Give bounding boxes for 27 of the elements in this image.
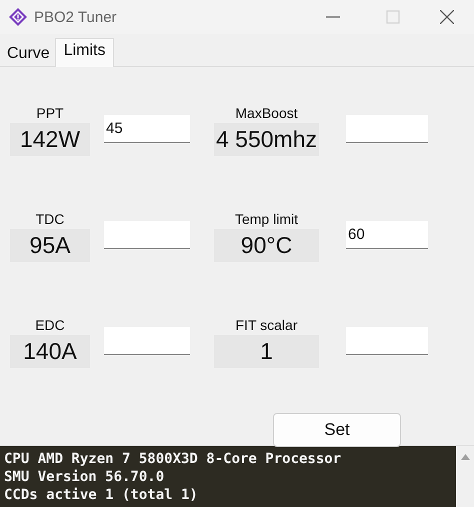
limit-label: MaxBoost xyxy=(235,105,298,123)
limit-input-field[interactable] xyxy=(104,221,190,249)
limit-input-field[interactable] xyxy=(346,115,428,143)
limit-input-field[interactable] xyxy=(104,327,190,355)
limit-label: EDC xyxy=(35,317,65,335)
set-button[interactable]: Set xyxy=(273,413,401,447)
limit-input-field[interactable]: 60 xyxy=(346,221,428,249)
app-logo-icon xyxy=(8,7,28,27)
console-line: SMU Version 56.70.0 xyxy=(4,468,166,486)
limit-input-field[interactable]: 45 xyxy=(104,115,190,143)
console-line: CPU AMD Ryzen 7 5800X3D 8-Core Processor xyxy=(4,450,342,468)
limit-reading: 140A xyxy=(10,335,90,368)
limit-label: FIT scalar xyxy=(236,317,298,335)
limit-reading: 1 xyxy=(214,335,319,368)
console-line: CCDs active 1 (total 1) xyxy=(4,486,199,504)
limit-reading: 95A xyxy=(10,229,90,262)
limit-label: Temp limit xyxy=(234,211,298,229)
limit-reading: 142W xyxy=(10,123,90,156)
limit-label: PPT xyxy=(36,105,64,123)
tab[interactable]: Limits xyxy=(54,38,114,67)
limit-reading: 90°C xyxy=(214,229,319,262)
scroll-up-icon[interactable] xyxy=(460,454,470,460)
limit-reading: 4 550mhz xyxy=(214,123,319,156)
limit-label: TDC xyxy=(36,211,64,229)
close-icon[interactable] xyxy=(440,10,454,24)
limit-input-field[interactable] xyxy=(346,327,428,355)
window-title: PBO2 Tuner xyxy=(34,8,117,26)
